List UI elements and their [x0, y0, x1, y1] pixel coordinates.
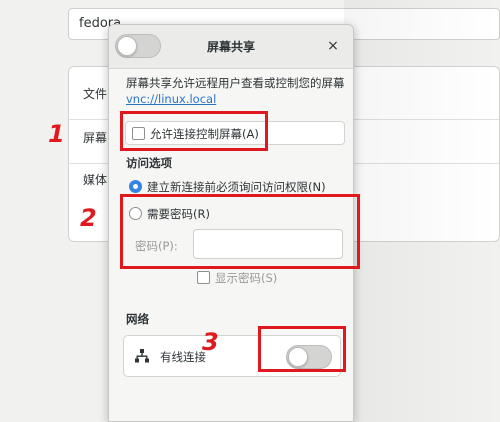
annotation-number-3: 3: [202, 328, 219, 356]
show-password-checkbox[interactable]: [197, 271, 210, 284]
wired-connection-label: 有线连接: [160, 350, 206, 364]
file-sharing-row-label[interactable]: 文件: [83, 85, 107, 102]
window-shadow: [344, 0, 500, 422]
media-sharing-row-label[interactable]: 媒体: [83, 171, 107, 188]
new-connection-label: 建立新连接前必须询问访问权限(N): [147, 180, 326, 194]
dialog-title: 屏幕共享: [206, 40, 255, 54]
annotation-box-3: [258, 326, 346, 372]
show-password-label: 显示密码(S): [215, 271, 278, 285]
annotation-number-2: 2: [80, 204, 97, 232]
network-heading: 网络: [126, 312, 149, 326]
annotation-box-1: [120, 111, 268, 151]
sharing-description: 屏幕共享允许远程用户查看或控制您的屏幕 vnc://linux.local: [126, 75, 348, 107]
screen-sharing-row-label[interactable]: 屏幕: [83, 129, 107, 146]
access-options-heading: 访问选项: [126, 156, 172, 170]
new-connection-radio[interactable]: [129, 180, 142, 193]
annotation-box-2: [120, 194, 360, 269]
network-wired-icon: [135, 349, 149, 363]
annotation-number-1: 1: [48, 120, 65, 148]
description-text: 屏幕共享允许远程用户查看或控制您的屏幕: [126, 76, 345, 90]
close-icon[interactable]: ×: [323, 36, 343, 56]
vnc-address-link[interactable]: vnc://linux.local: [126, 91, 348, 107]
dialog-titlebar: 屏幕共享 ×: [109, 25, 353, 69]
